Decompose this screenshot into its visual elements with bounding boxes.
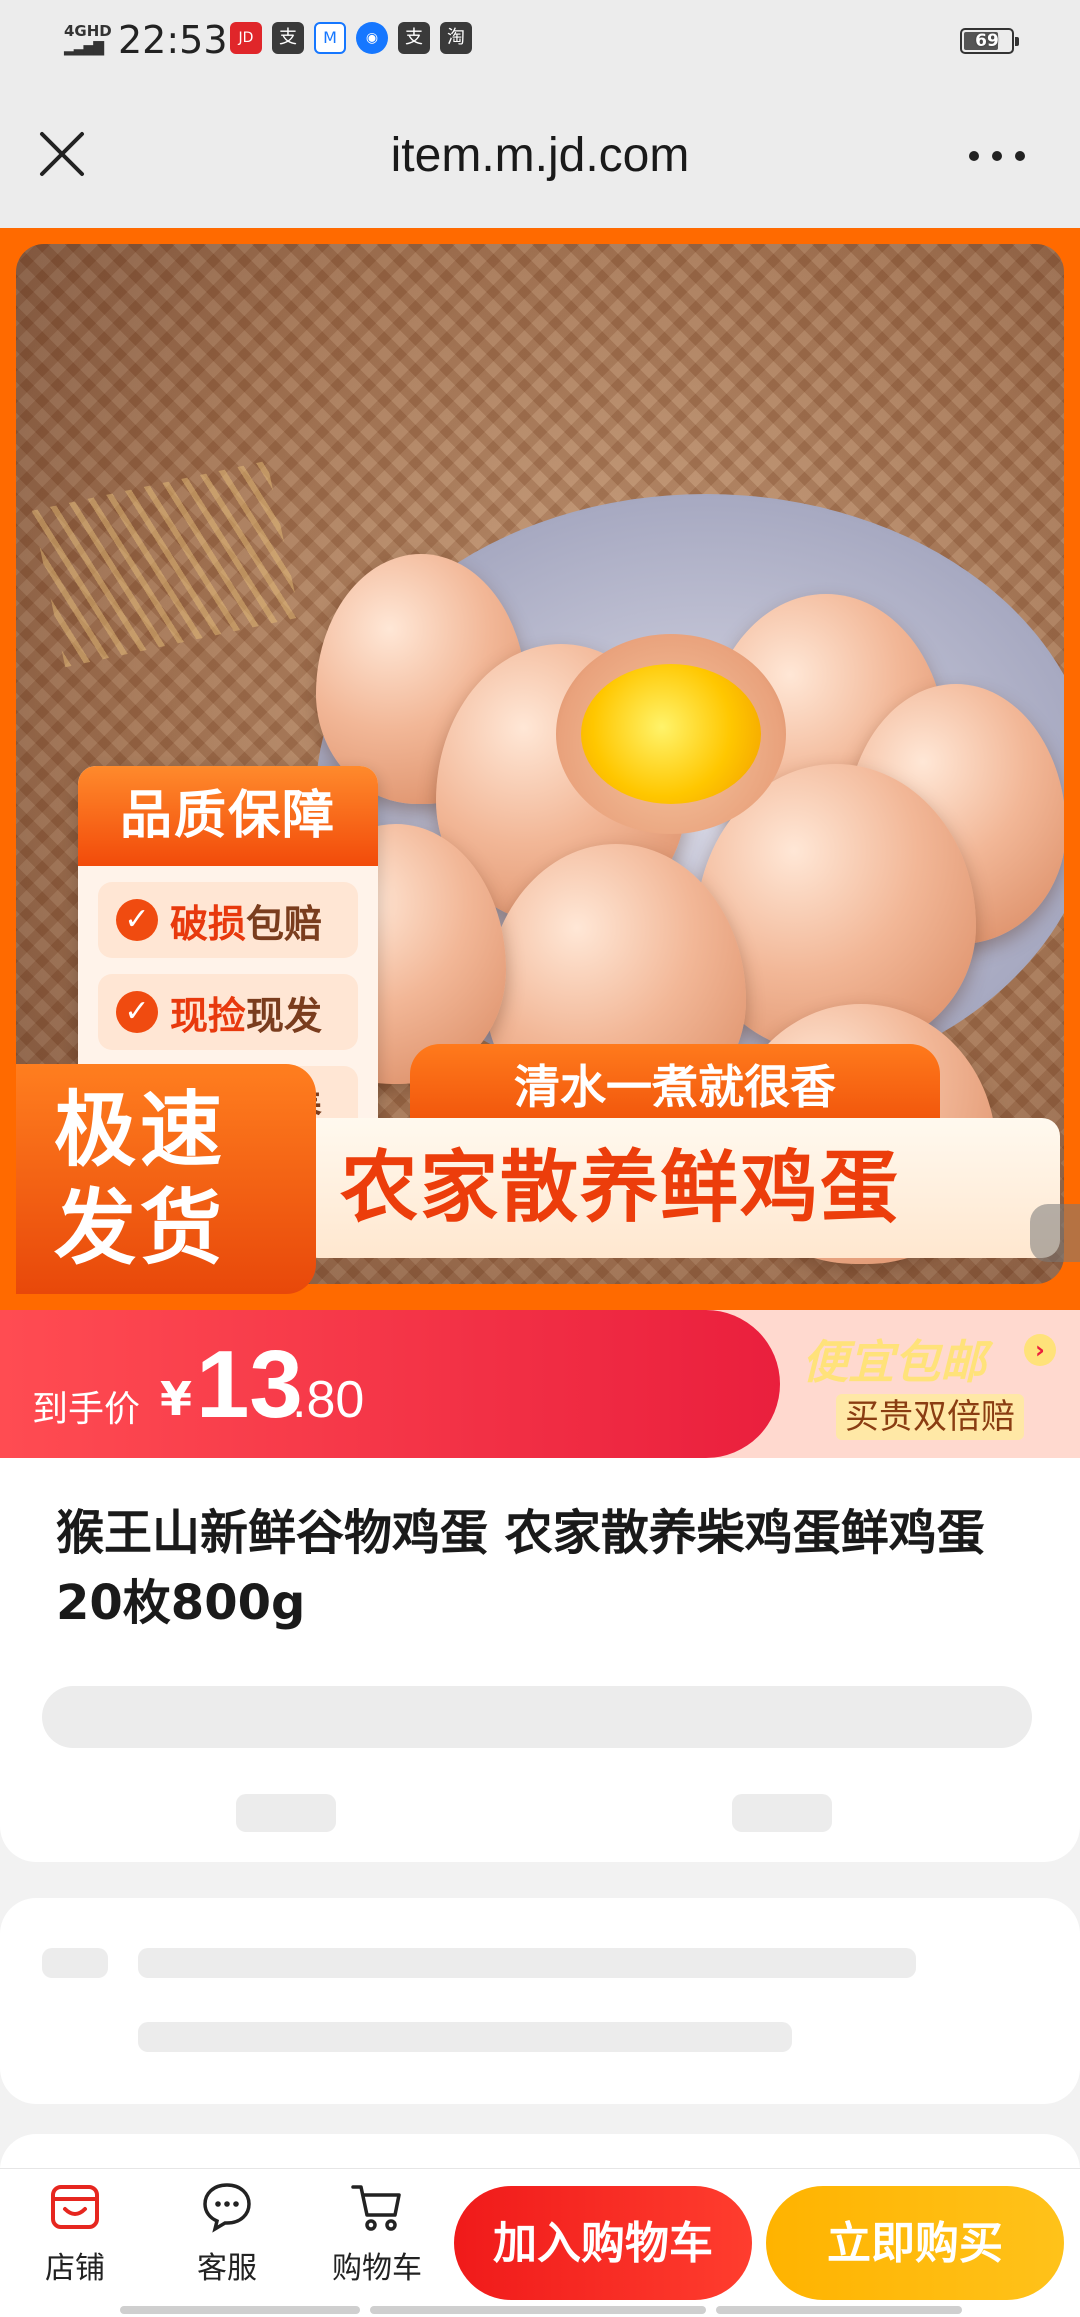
- product-image-carousel[interactable]: 品质保障 ✓ 破损包赔 ✓ 现捡现发 ✓ 谷饲喂养 清水一煮就很香 农家散养鲜鸡…: [0, 228, 1080, 1310]
- promo-title[interactable]: 便宜包邮: [802, 1326, 986, 1392]
- tab-label: 购物车: [332, 2251, 422, 2286]
- signal-icon: ▂▃▅▇: [64, 40, 104, 56]
- chevron-right-icon[interactable]: ›: [1024, 1334, 1056, 1366]
- browser-nav-bar: item.m.jd.com: [0, 82, 1080, 228]
- buy-now-button[interactable]: 立即购买: [766, 2186, 1064, 2300]
- cart-icon: [351, 2185, 401, 2231]
- loading-placeholder: [732, 1794, 832, 1832]
- network-type: 4GHD: [64, 22, 112, 40]
- status-time: 22:53: [118, 18, 228, 62]
- battery-level: 69: [975, 31, 999, 51]
- tab-label: 店铺: [45, 2251, 105, 2286]
- side-float-tab[interactable]: [1030, 1204, 1080, 1262]
- location-icon: ◉: [356, 22, 388, 54]
- battery-icon: 69: [960, 28, 1019, 54]
- mail-icon: M: [314, 22, 346, 54]
- page-url: item.m.jd.com: [390, 129, 690, 182]
- store-icon: [51, 2185, 99, 2229]
- currency-symbol: ¥: [160, 1372, 193, 1426]
- signal-indicator: 4GHD ▂▃▅▇: [64, 24, 112, 56]
- chat-icon: [203, 2183, 251, 2233]
- price-panel: 到手价 ¥ 13 .80: [0, 1310, 780, 1458]
- notification-icons: JD 支 M ◉ 支 淘: [230, 22, 472, 54]
- quality-item-rest: 现发: [246, 993, 323, 1038]
- quality-item-accent: 现捡: [170, 993, 247, 1038]
- loading-placeholder: [42, 1686, 1032, 1748]
- bottom-action-bar: 店铺 客服 购物车 加入购物车 立即购买: [0, 2168, 1080, 2317]
- tab-service[interactable]: 客服: [172, 2179, 282, 2287]
- price-integer: 13: [196, 1331, 303, 1438]
- quality-title: 品质保障: [78, 766, 378, 866]
- loading-placeholder: [138, 2022, 792, 2052]
- tab-cart[interactable]: 购物车: [322, 2179, 432, 2287]
- speed-line-2: 发货: [54, 1181, 227, 1276]
- wheat-decoration: [31, 460, 301, 668]
- product-info-card: 猴王山新鲜谷物鸡蛋 农家散养柴鸡蛋鲜鸡蛋 20枚800g: [0, 1458, 1080, 1862]
- quality-item: ✓ 破损包赔: [98, 882, 358, 958]
- quality-item: ✓ 现捡现发: [98, 974, 358, 1050]
- quality-item-accent: 破损: [170, 901, 247, 946]
- tab-label: 客服: [197, 2251, 257, 2286]
- speed-line-1: 极速: [54, 1083, 227, 1178]
- loading-placeholder: [42, 1948, 108, 1978]
- promo-badge: 买贵双倍赔: [836, 1394, 1024, 1440]
- quality-item-rest: 包赔: [246, 901, 323, 946]
- yolk-graphic: [581, 664, 761, 804]
- check-icon: ✓: [116, 991, 158, 1033]
- gesture-bar: [370, 2306, 706, 2314]
- slogan-main: 农家散养鲜鸡蛋: [300, 1118, 1060, 1258]
- alipay-icon: 支: [398, 22, 430, 54]
- taobao-icon: 淘: [440, 22, 472, 54]
- add-to-cart-button[interactable]: 加入购物车: [454, 2186, 752, 2300]
- more-icon[interactable]: [962, 134, 1032, 178]
- gesture-bar: [716, 2306, 962, 2314]
- loading-placeholder: [138, 1948, 916, 1978]
- status-bar: 4GHD ▂▃▅▇ 22:53 JD 支 M ◉ 支 淘 69: [0, 0, 1080, 82]
- loading-card: [0, 1898, 1080, 2104]
- fast-delivery-badge: 极速 发货: [16, 1064, 316, 1294]
- price-label: 到手价: [32, 1389, 141, 1430]
- product-title: 猴王山新鲜谷物鸡蛋 农家散养柴鸡蛋鲜鸡蛋 20枚800g: [56, 1505, 985, 1631]
- alipay-icon: 支: [272, 22, 304, 54]
- tab-store[interactable]: 店铺: [20, 2179, 130, 2287]
- gesture-bar: [120, 2306, 360, 2314]
- jd-red-icon: JD: [230, 22, 262, 54]
- check-icon: ✓: [116, 899, 158, 941]
- price-decimal: .80: [292, 1371, 365, 1429]
- price-banner: 到手价 ¥ 13 .80 便宜包邮 › 买贵双倍赔: [0, 1310, 1080, 1458]
- loading-placeholder: [236, 1794, 336, 1832]
